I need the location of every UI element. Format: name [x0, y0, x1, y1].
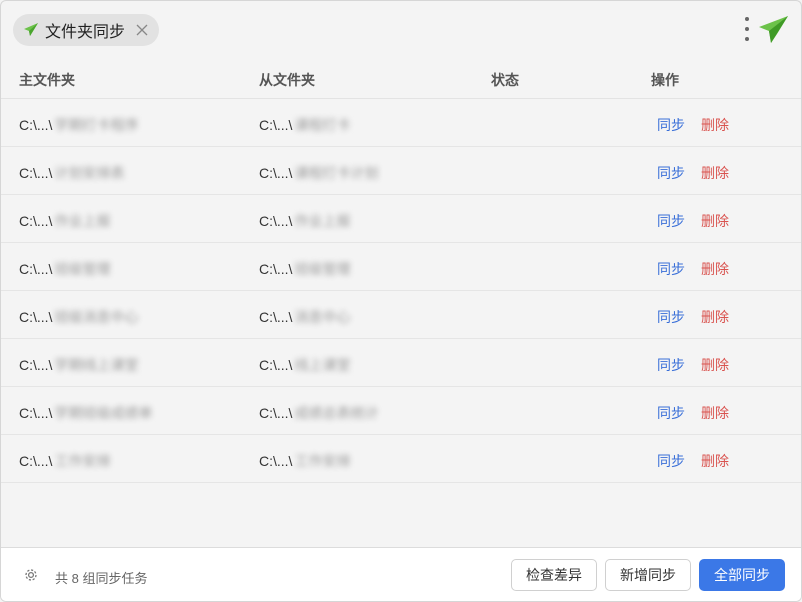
sync-button[interactable]: 同步: [657, 259, 685, 279]
sub-folder-path: C:\...\ 线上课堂: [259, 357, 351, 373]
sync-all-button[interactable]: 全部同步: [699, 559, 785, 591]
sub-folder-path: C:\...\ 成绩总表统计: [259, 405, 379, 421]
table-row: C:\...\ 作业上报 C:\...\ 作业上报 同步 删除: [1, 195, 801, 243]
column-header-status: 状态: [491, 72, 519, 88]
table-row: C:\...\ 计划安排表 C:\...\ 课程打卡计划 同步 删除: [1, 147, 801, 195]
table-row: C:\...\ 学期打卡程序 C:\...\ 课程打卡 同步 删除: [1, 99, 801, 147]
main-folder-path: C:\...\ 班级管理: [19, 261, 111, 277]
main-folder-path: C:\...\ 作业上报: [19, 213, 111, 229]
sync-button[interactable]: 同步: [657, 355, 685, 375]
sub-folder-path: C:\...\ 工作安排: [259, 453, 351, 469]
delete-button[interactable]: 删除: [701, 163, 729, 183]
column-header-main: 主文件夹: [19, 72, 75, 88]
delete-button[interactable]: 删除: [701, 259, 729, 279]
sync-window: 文件夹同步 主文件夹 从文件夹 状态 操作 C:\...\ 学期打卡程序 C:\.…: [0, 0, 802, 602]
delete-button[interactable]: 删除: [701, 307, 729, 327]
main-folder-path: C:\...\ 学期线上课堂: [19, 357, 139, 373]
tab-folder-sync[interactable]: 文件夹同步: [13, 14, 160, 46]
sync-button[interactable]: 同步: [657, 163, 685, 183]
main-folder-path: C:\...\ 班级消息中心: [19, 309, 139, 325]
sync-button[interactable]: 同步: [657, 403, 685, 423]
table-row: C:\...\ 工作安排 C:\...\ 工作安排 同步 删除: [1, 435, 801, 483]
add-sync-button[interactable]: 新增同步: [605, 559, 691, 591]
table-header: 主文件夹 从文件夹 状态 操作: [1, 57, 801, 99]
tab-label: 文件夹同步: [45, 24, 126, 41]
column-header-sub: 从文件夹: [259, 72, 315, 88]
footer-bar: 共 8 组同步任务 检查差异 新增同步 全部同步: [1, 547, 801, 601]
delete-button[interactable]: 删除: [701, 451, 729, 471]
sync-button[interactable]: 同步: [657, 307, 685, 327]
main-folder-path: C:\...\ 工作安排: [19, 453, 111, 469]
delete-button[interactable]: 删除: [701, 211, 729, 231]
table-row: C:\...\ 学期线上课堂 C:\...\ 线上课堂 同步 删除: [1, 339, 801, 387]
more-vertical-icon[interactable]: [741, 17, 753, 41]
main-folder-path: C:\...\ 学期班级成绩单: [19, 405, 153, 421]
sub-folder-path: C:\...\ 消息中心: [259, 309, 351, 325]
table-row: C:\...\ 班级管理 C:\...\ 班级管理 同步 删除: [1, 243, 801, 291]
title-bar: 文件夹同步: [1, 1, 801, 57]
sync-task-list: C:\...\ 学期打卡程序 C:\...\ 课程打卡 同步 删除 C:\...\ 计…: [1, 99, 801, 483]
brand-paper-plane-icon: [759, 16, 788, 43]
sub-folder-path: C:\...\ 课程打卡计划: [259, 165, 379, 181]
sub-folder-path: C:\...\ 班级管理: [259, 261, 351, 277]
task-count: 共 8 组同步任务: [55, 571, 148, 586]
close-icon[interactable]: [135, 23, 149, 37]
gear-icon[interactable]: [23, 567, 39, 583]
check-diff-button[interactable]: 检查差异: [511, 559, 597, 591]
paper-plane-icon: [23, 22, 39, 38]
main-folder-path: C:\...\ 计划安排表: [19, 165, 125, 181]
main-folder-path: C:\...\ 学期打卡程序: [19, 117, 139, 133]
sub-folder-path: C:\...\ 作业上报: [259, 213, 351, 229]
delete-button[interactable]: 删除: [701, 403, 729, 423]
delete-button[interactable]: 删除: [701, 355, 729, 375]
sync-button[interactable]: 同步: [657, 115, 685, 135]
sync-button[interactable]: 同步: [657, 211, 685, 231]
table-row: C:\...\ 学期班级成绩单 C:\...\ 成绩总表统计 同步 删除: [1, 387, 801, 435]
sync-button[interactable]: 同步: [657, 451, 685, 471]
column-header-actions: 操作: [651, 72, 679, 88]
table-row: C:\...\ 班级消息中心 C:\...\ 消息中心 同步 删除: [1, 291, 801, 339]
sub-folder-path: C:\...\ 课程打卡: [259, 117, 351, 133]
delete-button[interactable]: 删除: [701, 115, 729, 135]
